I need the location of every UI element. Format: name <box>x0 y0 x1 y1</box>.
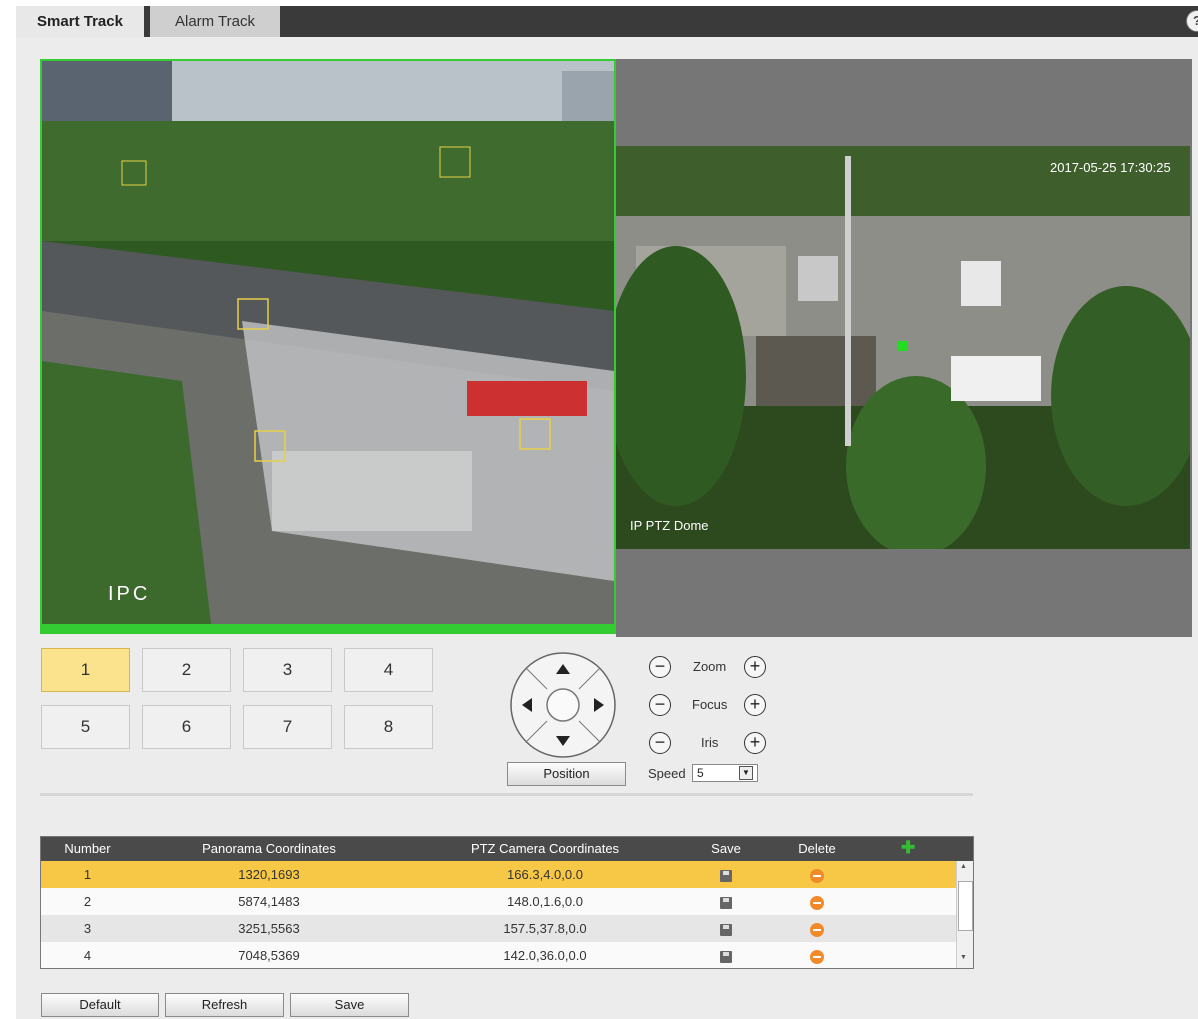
save-icon[interactable] <box>696 888 756 915</box>
ipc-label: IPC <box>108 583 151 605</box>
header-ptz: PTZ Camera Coordinates <box>470 841 620 856</box>
zoom-out-button[interactable]: − <box>649 656 671 678</box>
preset-button-2[interactable]: 2 <box>142 648 231 692</box>
cell-panorama: 3251,5563 <box>238 921 300 936</box>
ptz-video[interactable]: 2017-05-25 17:30:25 IP PTZ Dome <box>616 146 1190 549</box>
position-button[interactable]: Position <box>507 762 626 786</box>
cell-number: 2 <box>83 894 92 909</box>
focus-in-button[interactable]: + <box>744 694 766 716</box>
table-row[interactable]: 2 5874,1483 148.0,1.6,0.0 <box>41 888 956 915</box>
ptz-timestamp: 2017-05-25 17:30:25 <box>1050 160 1171 175</box>
table-header: Number Panorama Coordinates PTZ Camera C… <box>41 837 973 861</box>
refresh-button[interactable]: Refresh <box>165 993 284 1017</box>
delete-icon[interactable] <box>787 942 847 968</box>
delete-icon[interactable] <box>787 888 847 915</box>
delete-icon[interactable] <box>787 861 847 888</box>
speed-label: Speed <box>648 766 686 781</box>
cell-panorama: 5874,1483 <box>238 894 300 909</box>
table-row[interactable]: 1 1320,1693 166.3,4.0,0.0 <box>41 861 956 888</box>
speed-value: 5 <box>697 766 704 780</box>
preset-button-5[interactable]: 5 <box>41 705 130 749</box>
center-button[interactable] <box>546 688 580 722</box>
cell-number: 4 <box>83 948 92 963</box>
preset-table: Number Panorama Coordinates PTZ Camera C… <box>40 836 974 969</box>
cell-ptz: 142.0,36.0,0.0 <box>503 948 587 963</box>
header-number: Number <box>64 841 111 856</box>
table-row[interactable]: 4 7048,5369 142.0,36.0,0.0 <box>41 942 956 968</box>
table-scrollbar[interactable]: ▲ ▼ <box>956 861 973 968</box>
iris-open-button[interactable]: + <box>744 732 766 754</box>
preset-button-4[interactable]: 4 <box>344 648 433 692</box>
save-icon[interactable] <box>696 861 756 888</box>
direction-pad[interactable] <box>509 651 617 759</box>
add-icon[interactable]: ✚ <box>901 839 915 856</box>
table-row[interactable]: 3 3251,5563 157.5,37.8,0.0 <box>41 915 956 942</box>
delete-icon[interactable] <box>787 915 847 942</box>
cell-panorama: 1320,1693 <box>238 867 300 882</box>
divider <box>40 793 973 796</box>
cell-ptz: 157.5,37.8,0.0 <box>503 921 587 936</box>
save-button[interactable]: Save <box>290 993 409 1017</box>
focus-label: Focus <box>692 697 728 712</box>
ptz-video-frame <box>616 146 1190 549</box>
cell-number: 3 <box>83 921 92 936</box>
header-save: Save <box>711 841 741 856</box>
cell-number: 1 <box>83 867 92 882</box>
preset-button-6[interactable]: 6 <box>142 705 231 749</box>
focus-out-button[interactable]: − <box>649 694 671 716</box>
cell-panorama: 7048,5369 <box>238 948 300 963</box>
scroll-up-icon[interactable]: ▲ <box>960 863 967 870</box>
save-icon[interactable] <box>696 915 756 942</box>
chevron-down-icon[interactable]: ▼ <box>739 766 753 780</box>
save-icon[interactable] <box>696 942 756 968</box>
zoom-in-button[interactable]: + <box>744 656 766 678</box>
ipc-video[interactable]: IPC <box>40 59 616 634</box>
scroll-down-icon[interactable]: ▼ <box>960 954 967 961</box>
iris-label: Iris <box>701 735 719 750</box>
tab-alarm-track[interactable]: Alarm Track <box>150 6 280 37</box>
iris-close-button[interactable]: − <box>649 732 671 754</box>
preset-button-1[interactable]: 1 <box>41 648 130 692</box>
cell-ptz: 148.0,1.6,0.0 <box>507 894 583 909</box>
ipc-video-frame <box>42 61 614 632</box>
preset-button-7[interactable]: 7 <box>243 705 332 749</box>
scroll-thumb[interactable] <box>958 881 973 931</box>
cell-ptz: 166.3,4.0,0.0 <box>507 867 583 882</box>
speed-select[interactable]: 5 ▼ <box>692 764 758 782</box>
default-button[interactable]: Default <box>41 993 159 1017</box>
preset-button-3[interactable]: 3 <box>243 648 332 692</box>
preset-button-8[interactable]: 8 <box>344 705 433 749</box>
ptz-label: IP PTZ Dome <box>630 518 709 533</box>
zoom-label: Zoom <box>693 659 727 674</box>
tab-smart-track[interactable]: Smart Track <box>16 6 144 37</box>
header-delete: Delete <box>798 841 836 856</box>
header-panorama: Panorama Coordinates <box>202 841 336 856</box>
